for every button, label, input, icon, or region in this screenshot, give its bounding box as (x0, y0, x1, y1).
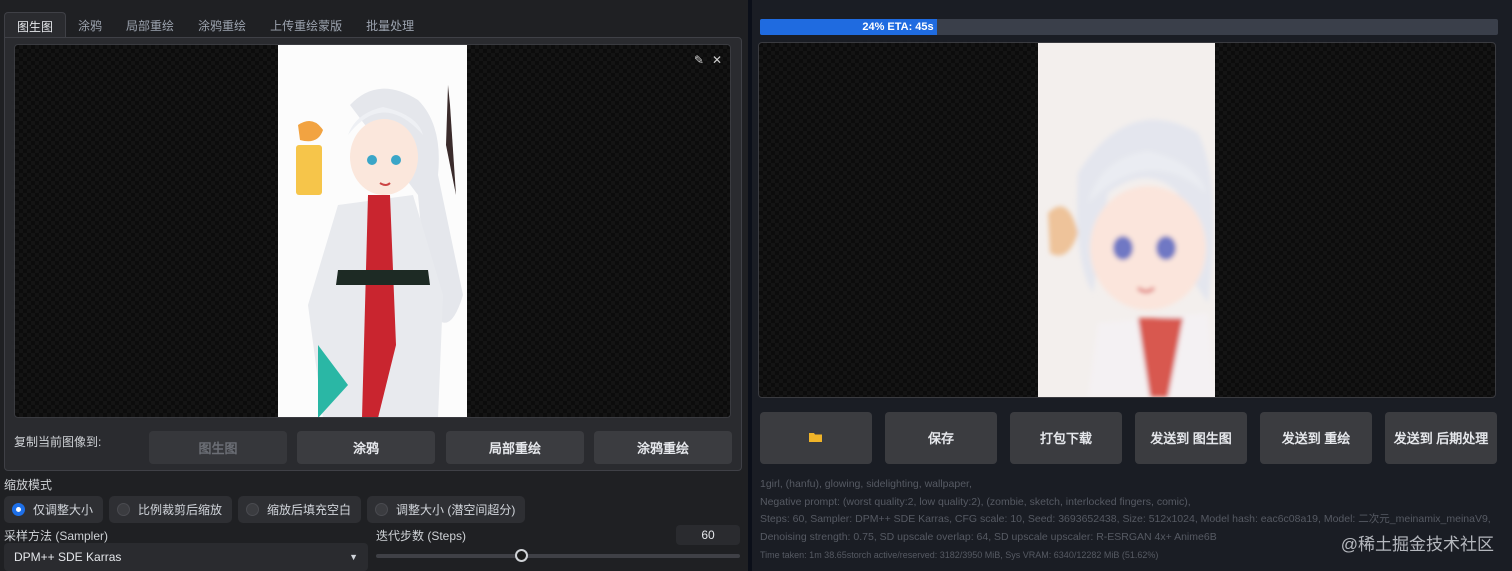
tab-inpaint[interactable]: 局部重绘 (114, 12, 186, 38)
tab-inpaint-sketch[interactable]: 涂鸦重绘 (186, 12, 258, 38)
steps-slider-track[interactable] (376, 554, 740, 558)
tab-sketch[interactable]: 涂鸦 (66, 12, 114, 38)
input-image-editor[interactable]: ✎ ✕ (14, 44, 731, 418)
radio-dot (246, 503, 260, 516)
steps-slider-thumb[interactable] (515, 549, 528, 562)
radio-label: 仅调整大小 (33, 503, 94, 517)
resize-mode-group: 仅调整大小 比例裁剪后缩放 缩放后填充空白 调整大小 (潜空间超分) (4, 496, 526, 523)
edit-icon[interactable]: ✎ (694, 53, 704, 67)
save-button[interactable]: 保存 (885, 412, 997, 464)
send-to-extras-button[interactable]: 发送到 后期处理 (1385, 412, 1497, 464)
steps-label: 迭代步数 (Steps) (376, 529, 467, 543)
copy-to-img2img-button[interactable]: 图生图 (149, 431, 287, 464)
steps-number-input[interactable]: 60 (676, 525, 740, 545)
resize-option-just-resize[interactable]: 仅调整大小 (4, 496, 104, 523)
output-anime-girl-picture (1038, 43, 1215, 397)
tab-inpaint-upload[interactable]: 上传重绘蒙版 (258, 12, 354, 38)
chevron-down-icon: ▼ (349, 552, 358, 562)
editor-toolbar: ✎ ✕ (694, 53, 722, 67)
close-icon[interactable]: ✕ (712, 53, 722, 67)
copy-to-label: 复制当前图像到: (14, 435, 102, 449)
copy-to-sketch-button[interactable]: 涂鸦 (297, 431, 435, 464)
radio-dot (117, 503, 131, 516)
folder-icon (809, 430, 823, 447)
radio-dot (12, 503, 25, 516)
zip-download-button[interactable]: 打包下载 (1010, 412, 1122, 464)
resize-option-latent-upscale[interactable]: 调整大小 (潜空间超分) (367, 496, 526, 523)
input-image (278, 45, 467, 417)
negative-prompt-text: Negative prompt: (worst quality:2, low q… (760, 495, 1191, 508)
radio-label: 比例裁剪后缩放 (138, 503, 223, 517)
output-gallery[interactable] (758, 42, 1496, 398)
prompt-text: 1girl, (hanfu), glowing, sidelighting, w… (760, 478, 972, 490)
radio-label: 缩放后填充空白 (267, 503, 352, 517)
radio-label: 调整大小 (潜空间超分) (396, 503, 516, 517)
watermark: @稀土掘金技术社区 (1340, 535, 1494, 554)
output-image[interactable] (1038, 43, 1215, 397)
radio-dot (375, 503, 389, 516)
copy-to-inpaint-button[interactable]: 局部重绘 (446, 431, 584, 464)
tab-bar: 图生图 涂鸦 局部重绘 涂鸦重绘 上传重绘蒙版 批量处理 (4, 12, 426, 38)
open-folder-button[interactable] (760, 412, 872, 464)
parameters-text: Steps: 60, Sampler: DPM++ SDE Karras, CF… (760, 513, 1491, 525)
sampler-value: DPM++ SDE Karras (14, 550, 122, 564)
input-anime-girl-picture (278, 45, 467, 417)
resize-option-crop-and-resize[interactable]: 比例裁剪后缩放 (109, 496, 233, 523)
resize-mode-label: 缩放模式 (4, 478, 53, 492)
sampler-dropdown[interactable]: DPM++ SDE Karras ▼ (4, 543, 368, 571)
send-to-inpaint-button[interactable]: 发送到 重绘 (1260, 412, 1372, 464)
copy-to-inpaint-sketch-button[interactable]: 涂鸦重绘 (594, 431, 732, 464)
send-to-img2img-button[interactable]: 发送到 图生图 (1135, 412, 1247, 464)
resize-option-resize-and-fill[interactable]: 缩放后填充空白 (238, 496, 362, 523)
progress-text: 24% ETA: 45s (862, 21, 934, 33)
tab-img2img[interactable]: 图生图 (4, 12, 67, 38)
sampler-label: 采样方法 (Sampler) (4, 529, 109, 543)
tab-batch[interactable]: 批量处理 (354, 12, 426, 38)
